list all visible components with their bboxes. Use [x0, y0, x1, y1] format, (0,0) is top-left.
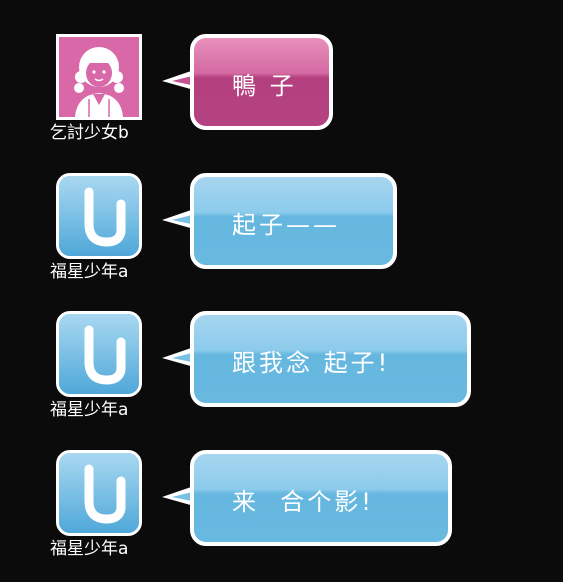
message-bubble[interactable]: 跟我念 起子!: [190, 311, 471, 407]
sender-name: 福星少年a: [50, 539, 129, 559]
chat-message: 福星少年a 来 合个影!: [0, 450, 563, 570]
chat-message: 福星少年a 跟我念 起子!: [0, 311, 563, 431]
girl-avatar-icon[interactable]: [56, 34, 142, 120]
blue-u-avatar-icon[interactable]: [56, 173, 142, 259]
chat-message: 乞討少女b 鴨 子: [0, 34, 563, 154]
message-bubble[interactable]: 起子——: [190, 173, 397, 269]
message-text: 起子——: [232, 211, 340, 239]
message-bubble[interactable]: 鴨 子: [190, 34, 333, 130]
message-text: 鴨 子: [232, 72, 297, 100]
message-bubble[interactable]: 来 合个影!: [190, 450, 452, 546]
blue-u-avatar-icon[interactable]: [56, 450, 142, 536]
blue-u-avatar-icon[interactable]: [56, 311, 142, 397]
chat-message: 福星少年a 起子——: [0, 173, 563, 293]
message-text: 跟我念 起子!: [232, 349, 391, 377]
message-text: 来 合个影!: [232, 488, 374, 516]
sender-name: 福星少年a: [50, 262, 129, 282]
sender-name: 福星少年a: [50, 400, 129, 420]
sender-name: 乞討少女b: [50, 123, 129, 143]
